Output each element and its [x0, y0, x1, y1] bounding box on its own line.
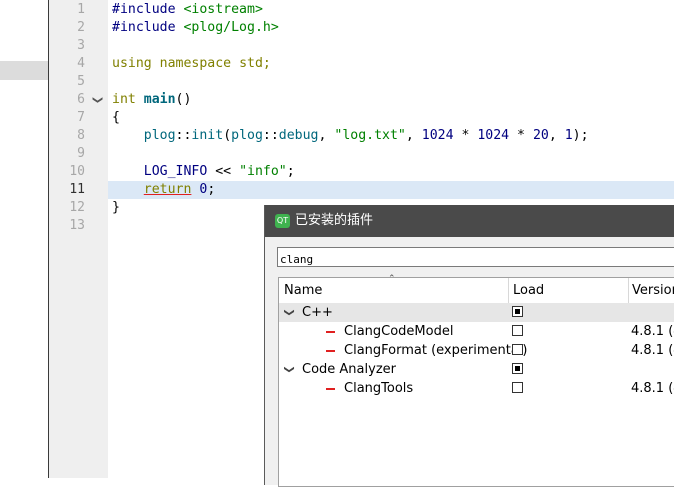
line-number: 1 — [77, 2, 85, 17]
left-side-panel — [0, 0, 48, 478]
plugin-category-row[interactable]: ❯ C++ — [279, 303, 674, 322]
plugin-name: ClangCodeModel — [344, 324, 454, 339]
plugin-row[interactable]: ClangTools 4.8.1 (4 — [279, 379, 674, 398]
load-checkbox[interactable] — [512, 325, 523, 336]
code-line-12: } — [112, 200, 120, 215]
plugin-version: 4.8.1 (4 — [631, 343, 674, 358]
column-header-version[interactable]: Version — [632, 278, 674, 303]
line-number: 4 — [77, 56, 85, 71]
column-header-name[interactable]: Name — [284, 278, 322, 303]
red-dash-icon — [326, 350, 335, 352]
left-panel-selected-row[interactable] — [0, 61, 48, 80]
load-checkbox[interactable] — [512, 382, 523, 393]
current-line-number: 11 — [69, 182, 85, 197]
line-number: 2 — [77, 20, 85, 35]
column-divider[interactable] — [508, 278, 509, 303]
expand-chevron-down-icon[interactable]: ❯ — [280, 308, 299, 316]
line-number: 5 — [77, 74, 85, 89]
red-dash-icon — [326, 331, 335, 333]
code-line-4: using namespace std; — [112, 56, 271, 71]
plugin-filter-field[interactable] — [277, 247, 674, 269]
plugin-row[interactable]: ClangCodeModel 4.8.1 (4 — [279, 322, 674, 341]
code-line-8: plog::init(plog::debug, "log.txt", 1024 … — [143, 128, 589, 143]
line-number: 10 — [69, 164, 85, 179]
code-line-1: #include <iostream> — [112, 2, 263, 17]
plugin-tree[interactable]: ⌃ Name Load Version ❯ C++ ClangCodeModel… — [278, 274, 674, 487]
load-checkbox[interactable] — [512, 306, 523, 317]
red-dash-icon — [326, 388, 335, 390]
column-divider[interactable] — [628, 278, 629, 303]
expand-chevron-down-icon[interactable]: ❯ — [280, 365, 299, 373]
load-checkbox[interactable] — [512, 363, 523, 374]
category-label: Code Analyzer — [302, 362, 396, 377]
column-header-load[interactable]: Load — [513, 278, 544, 303]
plugin-name: ClangFormat (experimental) — [344, 343, 528, 358]
installed-plugins-dialog: QT 已安装的插件 ⌃ Name Load Version ❯ C++ Clan… — [264, 205, 674, 487]
plugin-filter-input[interactable] — [278, 250, 674, 269]
line-number: 12 — [69, 200, 85, 215]
plugin-version: 4.8.1 (4 — [631, 324, 674, 339]
dialog-titlebar[interactable]: QT 已安装的插件 — [265, 205, 674, 237]
code-line-7: { — [112, 110, 120, 125]
plugin-row[interactable]: ClangFormat (experimental) 4.8.1 (4 — [279, 341, 674, 360]
plugin-name: ClangTools — [344, 381, 414, 396]
load-checkbox[interactable] — [512, 344, 523, 355]
code-line-6: int main() — [112, 92, 192, 107]
dialog-title: 已安装的插件 — [295, 213, 374, 228]
line-number: 7 — [77, 110, 85, 125]
line-number: 9 — [77, 146, 85, 161]
code-line-10: LOG_INFO << "info"; — [143, 164, 295, 179]
code-line-11: return 0; — [143, 182, 216, 197]
qt-creator-app-icon: QT — [275, 214, 290, 228]
line-number: 8 — [77, 128, 85, 143]
line-number: 6 — [77, 92, 85, 107]
plugin-version: 4.8.1 (4 — [631, 381, 674, 396]
line-number: 3 — [77, 38, 85, 53]
plugin-tree-header: ⌃ Name Load Version — [279, 274, 674, 304]
code-line-2: #include <plog/Log.h> — [112, 20, 279, 35]
fold-chevron-down-icon[interactable]: ❯ — [88, 94, 106, 106]
plugin-category-row[interactable]: ❯ Code Analyzer — [279, 360, 674, 379]
line-number: 13 — [69, 218, 85, 233]
sort-up-icon: ⌃ — [388, 274, 396, 284]
category-label: C++ — [302, 305, 333, 320]
